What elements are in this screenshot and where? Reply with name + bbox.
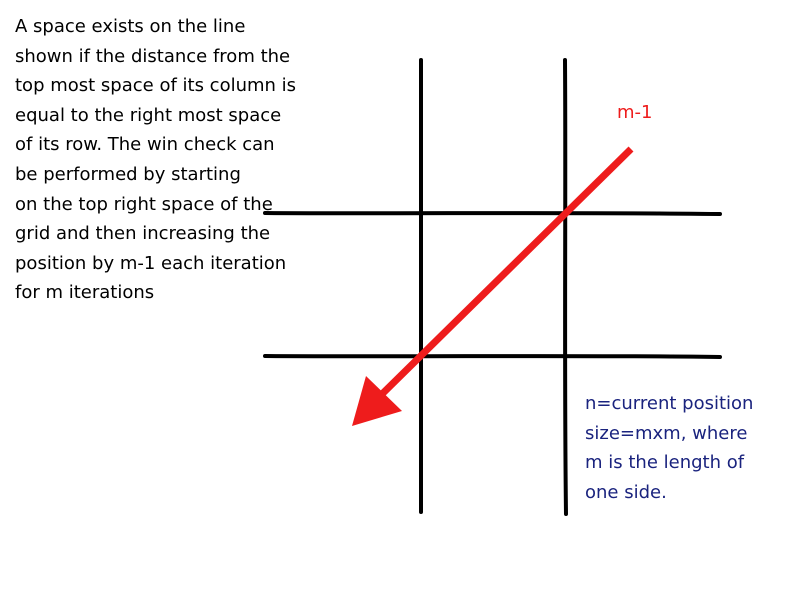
grid-vertical-line-left xyxy=(418,58,424,514)
grid-vertical-line-right xyxy=(563,58,568,516)
grid-horizontal-line-top xyxy=(263,211,722,216)
notes-line-2: size=mxm, where xyxy=(585,422,748,444)
diagram-canvas: A space exists on the line shown if the … xyxy=(0,0,800,600)
tic-tac-toe-grid xyxy=(263,58,722,516)
grid-horizontal-line-bottom xyxy=(263,354,722,359)
notes-line-3: m is the length of xyxy=(585,452,745,474)
notes-line-1: n=current position xyxy=(585,393,754,414)
diagonal-arrow-shaft xyxy=(375,146,634,401)
notes-line-4: one side. xyxy=(585,481,667,503)
notes-text: n=current position size=mxm, where m is … xyxy=(585,389,753,507)
arrow-label: m-1 xyxy=(617,102,653,123)
